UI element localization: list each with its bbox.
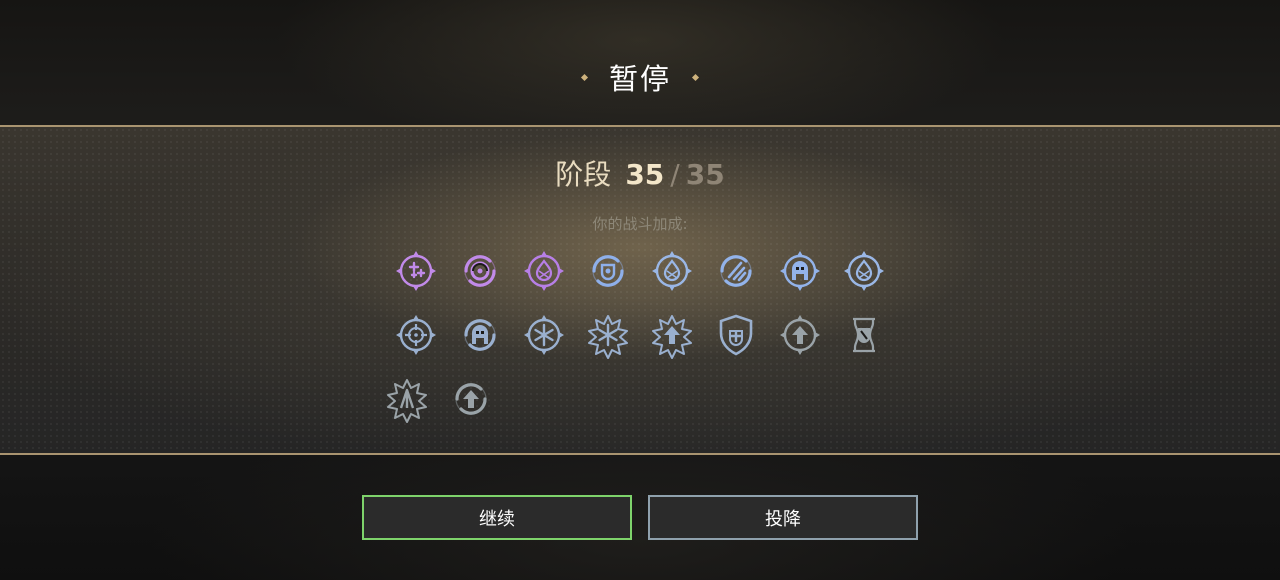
buff-row-2	[0, 311, 1280, 359]
golem-head-icon	[780, 251, 820, 291]
crosshair-icon	[396, 315, 436, 355]
battle-bonus-label: 你的战斗加成:	[592, 215, 688, 233]
flame-crest-icon	[524, 251, 564, 291]
stage-separator: /	[670, 158, 680, 191]
flame-crest-icon	[652, 251, 692, 291]
surrender-button[interactable]: 投降	[648, 495, 918, 540]
shield-plus-icon	[719, 314, 753, 356]
snowflake-shield-icon	[588, 315, 628, 359]
pause-header: 暂停	[0, 52, 1280, 102]
arrow-spikes-icon	[387, 379, 427, 423]
snowflake-icon	[524, 315, 564, 355]
page-title: 暂停	[608, 62, 671, 96]
diamond-ornament-right	[691, 73, 700, 81]
continue-button[interactable]: 继续	[362, 495, 632, 540]
stage-indicator: 阶段 35/35	[0, 153, 1280, 193]
arrow-up-vortex-icon	[455, 383, 487, 415]
buff-grid	[0, 247, 1280, 439]
flame-crest-icon	[844, 251, 884, 291]
shield-vortex-icon	[592, 255, 624, 287]
golem-vortex-icon	[464, 319, 496, 351]
stage-current: 35	[625, 158, 665, 191]
stage-total: 35	[685, 158, 725, 191]
buff-row-1	[0, 247, 1280, 295]
arrow-up-crest-icon	[780, 315, 820, 355]
crosshair-plus-icon	[396, 251, 436, 291]
stage-label: 阶段	[555, 158, 612, 191]
stage-panel: 阶段 35/35 你的战斗加成:	[0, 125, 1280, 455]
arrow-up-gear-icon	[652, 315, 692, 359]
swirl-eye-icon	[464, 255, 496, 287]
slash-vortex-icon	[720, 255, 752, 287]
diamond-ornament-left	[580, 73, 589, 81]
shield-hourglass-icon	[853, 317, 875, 353]
buff-row-3	[0, 375, 1280, 423]
